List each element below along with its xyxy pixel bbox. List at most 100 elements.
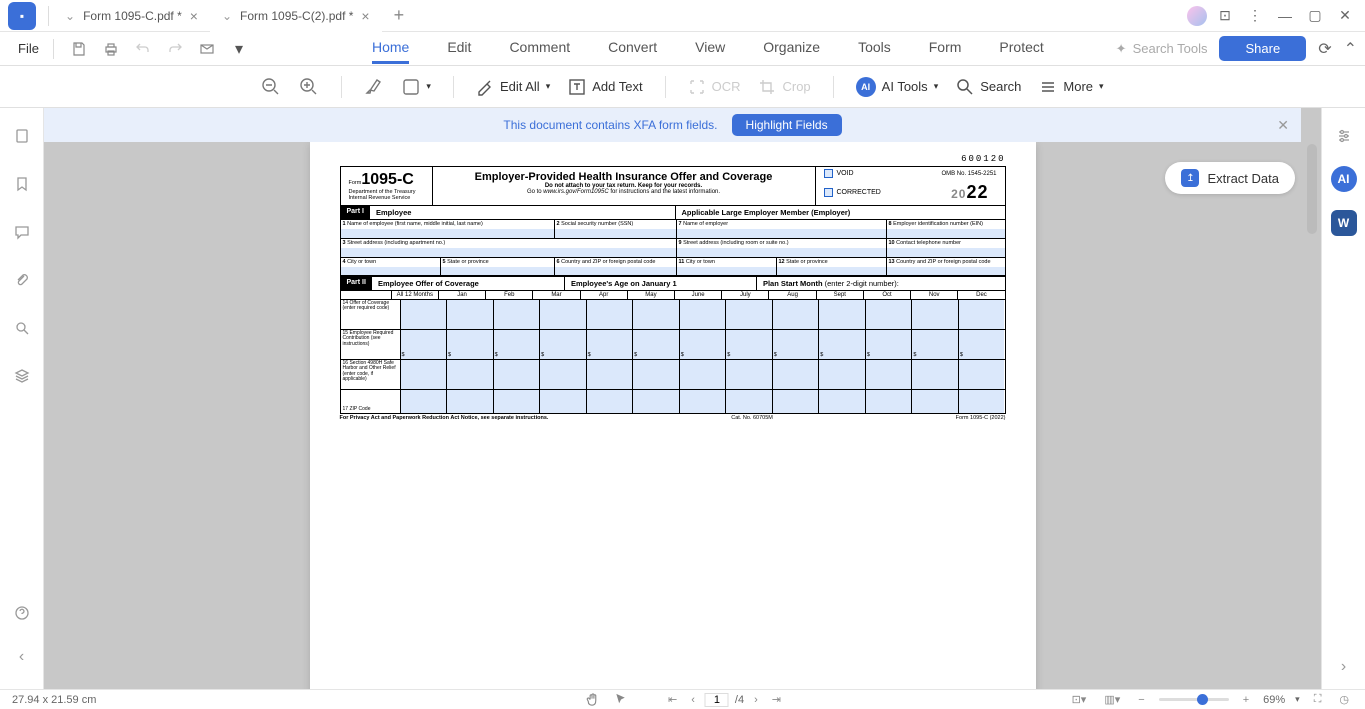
document-tab-1[interactable]: ⌄ Form 1095-C.pdf * ×	[53, 0, 210, 32]
cloud-upload-icon[interactable]: ⟳	[1318, 39, 1331, 59]
form-field[interactable]	[726, 300, 773, 329]
new-tab-button[interactable]: +	[382, 5, 417, 26]
redo-icon[interactable]	[162, 36, 188, 62]
close-icon[interactable]: ×	[361, 8, 369, 24]
close-icon[interactable]: ×	[190, 8, 198, 24]
kebab-menu-icon[interactable]: ⋮	[1243, 4, 1267, 28]
form-field[interactable]	[959, 300, 1005, 329]
undo-icon[interactable]	[130, 36, 156, 62]
bookmark-icon[interactable]	[10, 172, 34, 196]
form-field[interactable]	[587, 360, 634, 389]
document-tab-2[interactable]: ⌄ Form 1095-C(2).pdf * ×	[210, 0, 382, 32]
form-field[interactable]: $	[819, 330, 866, 359]
user-avatar-icon[interactable]	[1187, 6, 1207, 26]
corrected-checkbox[interactable]	[824, 188, 833, 197]
tab-tools[interactable]: Tools	[858, 33, 891, 64]
form-field[interactable]	[773, 300, 820, 329]
form-field[interactable]	[819, 300, 866, 329]
zoom-out-icon[interactable]: −	[1134, 694, 1148, 706]
form-field[interactable]	[540, 360, 587, 389]
fit-width-icon[interactable]: ⊡▾	[1068, 693, 1091, 706]
prev-page-icon[interactable]: ‹	[687, 694, 699, 706]
form-field[interactable]: $	[726, 330, 773, 359]
form-field[interactable]	[773, 360, 820, 389]
tab-form[interactable]: Form	[929, 33, 962, 64]
highlight-fields-button[interactable]: Highlight Fields	[732, 114, 842, 136]
form-field[interactable]	[587, 390, 634, 413]
form-field[interactable]: $	[959, 330, 1005, 359]
close-window-icon[interactable]: ✕	[1333, 4, 1357, 28]
zoom-out-button[interactable]	[261, 77, 281, 97]
zoom-slider[interactable]	[1159, 698, 1229, 701]
fullscreen-icon[interactable]: ⛶	[1310, 693, 1326, 706]
form-field[interactable]: $	[680, 330, 727, 359]
form-field[interactable]	[819, 390, 866, 413]
tab-protect[interactable]: Protect	[999, 33, 1043, 64]
form-field[interactable]	[447, 390, 494, 413]
mail-icon[interactable]	[194, 36, 220, 62]
banner-close-icon[interactable]: ✕	[1277, 117, 1289, 134]
print-icon[interactable]	[98, 36, 124, 62]
form-field[interactable]	[959, 360, 1005, 389]
help-icon[interactable]	[10, 601, 34, 625]
search-sidebar-icon[interactable]	[10, 316, 34, 340]
form-field[interactable]	[819, 360, 866, 389]
shape-tool[interactable]: ▾	[402, 78, 431, 96]
form-field[interactable]: $	[401, 330, 448, 359]
highlight-tool[interactable]	[364, 77, 384, 97]
thumbnails-icon[interactable]	[10, 124, 34, 148]
collapse-ribbon-icon[interactable]: ⌃	[1344, 39, 1357, 59]
attachment-icon[interactable]	[10, 268, 34, 292]
search-tools[interactable]: ✦ Search Tools	[1116, 41, 1208, 57]
form-field[interactable]	[680, 360, 727, 389]
form-field[interactable]	[587, 300, 634, 329]
form-field[interactable]	[866, 360, 913, 389]
page-number-input[interactable]	[705, 693, 729, 707]
properties-icon[interactable]	[1332, 124, 1356, 148]
vertical-scrollbar[interactable]	[1307, 144, 1317, 234]
dropdown-icon[interactable]: ▾	[226, 36, 252, 62]
form-field[interactable]: $	[540, 330, 587, 359]
zoom-in-button[interactable]	[299, 77, 319, 97]
form-field[interactable]	[633, 390, 680, 413]
void-checkbox[interactable]	[824, 169, 833, 178]
ai-tools-button[interactable]: AI AI Tools ▾	[856, 77, 939, 97]
form-field[interactable]	[540, 390, 587, 413]
form-field[interactable]	[494, 390, 541, 413]
file-menu[interactable]: File	[8, 41, 49, 56]
chevron-left-icon[interactable]: ‹	[10, 645, 34, 669]
chevron-right-icon[interactable]: ›	[1332, 665, 1356, 689]
tab-view[interactable]: View	[695, 33, 725, 64]
tab-convert[interactable]: Convert	[608, 33, 657, 64]
form-field[interactable]	[447, 300, 494, 329]
layers-icon[interactable]	[10, 364, 34, 388]
word-export-icon[interactable]: W	[1331, 210, 1357, 236]
form-field[interactable]	[494, 300, 541, 329]
form-field[interactable]	[401, 300, 448, 329]
extract-data-button[interactable]: ↥ Extract Data	[1165, 162, 1295, 194]
edit-all-button[interactable]: Edit All ▾	[476, 78, 550, 96]
pdf-page[interactable]: 600120 Form1095-C Department of the Trea…	[310, 142, 1036, 689]
form-field[interactable]: $	[633, 330, 680, 359]
form-field[interactable]	[680, 390, 727, 413]
first-page-icon[interactable]: ⇤	[664, 693, 681, 706]
form-field[interactable]	[540, 300, 587, 329]
page-layout-icon[interactable]: ▥▾	[1100, 693, 1124, 706]
crop-button[interactable]: Crop	[758, 78, 810, 96]
form-field[interactable]: $	[866, 330, 913, 359]
form-field[interactable]	[866, 390, 913, 413]
form-field[interactable]	[401, 360, 448, 389]
save-icon[interactable]	[66, 36, 92, 62]
comment-icon[interactable]	[10, 220, 34, 244]
form-field[interactable]	[959, 390, 1005, 413]
tab-organize[interactable]: Organize	[763, 33, 820, 64]
add-text-button[interactable]: Add Text	[568, 78, 642, 96]
form-field[interactable]	[494, 360, 541, 389]
ocr-button[interactable]: OCR	[688, 78, 741, 96]
form-field[interactable]: $	[773, 330, 820, 359]
tab-edit[interactable]: Edit	[447, 33, 471, 64]
search-button[interactable]: Search	[956, 78, 1021, 96]
tab-home[interactable]: Home	[372, 33, 409, 64]
tab-comment[interactable]: Comment	[509, 33, 570, 64]
select-tool-icon[interactable]	[609, 692, 632, 707]
